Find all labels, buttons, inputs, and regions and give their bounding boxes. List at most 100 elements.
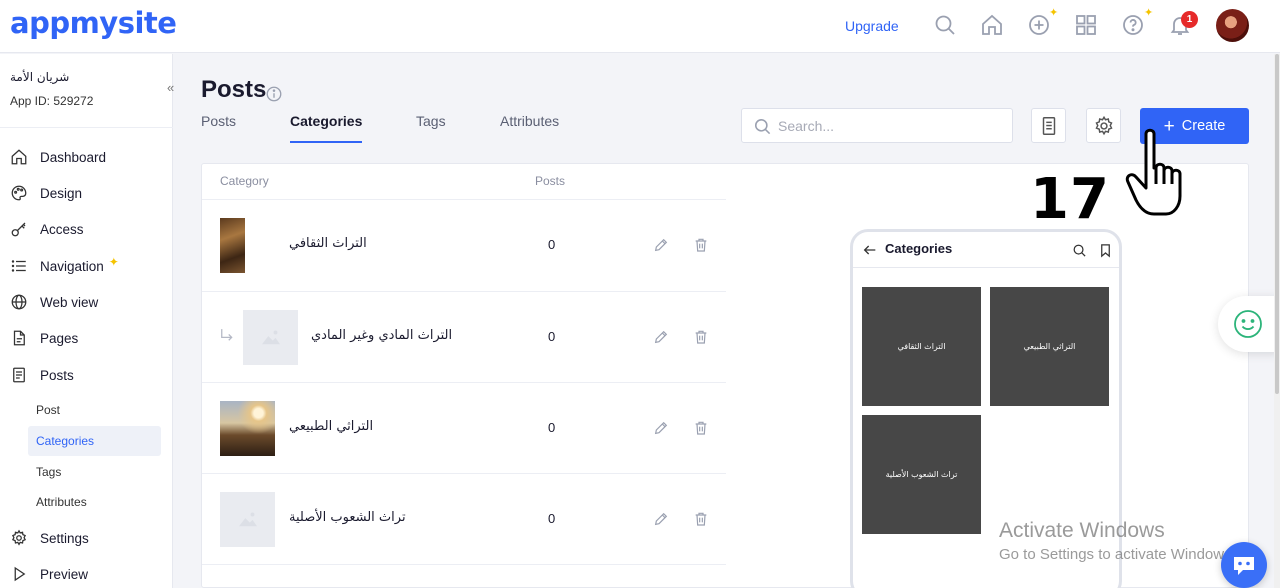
sidebar-item-settings[interactable]: Settings	[10, 526, 165, 550]
sidebar-subitem-post[interactable]: Post	[28, 395, 161, 425]
sidebar-item-label: Access	[40, 221, 84, 237]
top-bar: appmysite Upgrade ✦ ✦ 1	[0, 0, 1280, 53]
bulk-edit-button[interactable]	[1031, 108, 1066, 143]
sidebar-item-label: Preview	[40, 566, 89, 582]
table-row[interactable]: تراث الشعوب الأصلية 0	[202, 474, 726, 565]
tab-categories[interactable]: Categories	[290, 113, 363, 143]
sidebar-item-access[interactable]: Access	[10, 217, 165, 241]
tab-tags[interactable]: Tags	[416, 113, 446, 143]
palette-icon	[11, 185, 27, 201]
home-icon[interactable]	[980, 13, 1004, 37]
globe-icon	[11, 294, 27, 310]
bookmark-icon	[1101, 244, 1110, 258]
sparkle-icon: ✦	[108, 255, 119, 269]
sidebar-item-navigation[interactable]: Navigation ✦	[10, 254, 165, 278]
table-row[interactable]: التراث المادي وغير المادي 0	[202, 292, 726, 383]
delete-icon[interactable]	[693, 237, 709, 253]
search-input[interactable]	[778, 115, 998, 137]
windows-watermark-title: Activate Windows	[999, 519, 1165, 542]
avatar[interactable]	[1216, 9, 1249, 42]
sidebar-item-label: Design	[40, 185, 83, 201]
preview-category-tile: تراث الشعوب الأصلية	[862, 415, 981, 534]
search-box	[741, 108, 1013, 143]
sidebar-item-label: Web view	[40, 294, 99, 310]
column-header-posts: Posts	[535, 174, 566, 188]
column-header-category: Category	[220, 174, 269, 188]
table-row[interactable]: التراث الثقافي 0	[202, 200, 726, 291]
feedback-button[interactable]	[1218, 296, 1280, 352]
divider	[0, 127, 173, 128]
sidebar-item-label: Pages	[40, 330, 79, 346]
search-icon[interactable]	[933, 13, 957, 37]
chat-button[interactable]	[1221, 542, 1267, 588]
scrollbar-thumb[interactable]	[1275, 54, 1279, 394]
tab-posts[interactable]: Posts	[201, 113, 236, 143]
page-icon	[13, 330, 25, 346]
sidebar-item-design[interactable]: Design	[10, 181, 165, 205]
sparkle-icon: ✦	[1049, 7, 1059, 19]
placeholder-image	[220, 492, 275, 547]
apps-grid-icon[interactable]	[1074, 13, 1098, 37]
placeholder-image	[243, 310, 298, 365]
search-icon	[754, 118, 771, 135]
tab-attributes[interactable]: Attributes	[500, 113, 559, 143]
add-circle-icon[interactable]	[1027, 13, 1051, 37]
delete-icon[interactable]	[693, 511, 709, 527]
pointer-hand-icon	[1125, 128, 1182, 216]
chat-bot-icon	[1234, 557, 1254, 575]
category-name: تراث الشعوب الأصلية	[289, 510, 406, 525]
scrollbar[interactable]	[1274, 54, 1280, 588]
sidebar: شريان الأمة App ID: 529272 « Dashboard D…	[0, 54, 174, 588]
sidebar-item-label: Settings	[40, 530, 89, 546]
delete-icon[interactable]	[693, 329, 709, 345]
windows-watermark-subtitle: Go to Settings to activate Windows.	[999, 546, 1236, 563]
category-name: التراثي الطبيعي	[289, 419, 374, 434]
search-icon	[1073, 244, 1086, 257]
document-list-icon	[1042, 116, 1055, 135]
table-row[interactable]: التراثي الطبيعي 0	[202, 383, 726, 474]
sidebar-item-web-view[interactable]: Web view	[10, 290, 165, 314]
image-placeholder-icon	[239, 512, 257, 527]
category-name: التراث المادي وغير المادي	[311, 328, 453, 343]
sparkle-icon: ✦	[1144, 7, 1154, 19]
edit-icon[interactable]	[653, 329, 669, 345]
delete-icon[interactable]	[693, 420, 709, 436]
gear-icon	[1094, 115, 1113, 135]
sidebar-subitem-categories[interactable]: Categories	[28, 426, 161, 456]
edit-icon[interactable]	[653, 420, 669, 436]
help-icon[interactable]	[1121, 13, 1145, 37]
post-count: 0	[548, 511, 556, 526]
step-number: 17	[1030, 167, 1110, 232]
sidebar-item-pages[interactable]: Pages	[10, 326, 165, 350]
play-icon	[14, 566, 26, 582]
app-name: شريان الأمة	[10, 70, 70, 84]
home-icon	[11, 149, 27, 165]
info-icon[interactable]	[265, 85, 283, 103]
category-image	[220, 218, 245, 273]
upgrade-link[interactable]: Upgrade	[845, 18, 899, 34]
settings-button[interactable]	[1086, 108, 1121, 143]
divider	[202, 564, 726, 565]
phone-title: Categories	[885, 241, 953, 256]
category-name: التراث الثقافي	[289, 236, 367, 251]
sidebar-subitem-tags[interactable]: Tags	[28, 457, 161, 487]
back-arrow-icon	[863, 245, 876, 255]
sidebar-item-posts[interactable]: Posts	[10, 363, 165, 387]
edit-icon[interactable]	[653, 237, 669, 253]
sidebar-item-label: Navigation	[40, 258, 104, 274]
image-placeholder-icon	[262, 330, 280, 345]
edit-icon[interactable]	[653, 511, 669, 527]
preview-category-tile: التراث الثقافي	[862, 287, 981, 406]
sidebar-subitem-attributes[interactable]: Attributes	[28, 487, 161, 517]
list-icon	[11, 260, 26, 272]
post-count: 0	[548, 420, 556, 435]
subcategory-arrow-icon	[221, 329, 233, 341]
collapse-sidebar-icon[interactable]: «	[167, 80, 174, 95]
app-logo[interactable]: appmysite	[10, 6, 177, 40]
sidebar-item-label: Posts	[40, 367, 74, 383]
sidebar-item-preview[interactable]: Preview	[10, 562, 165, 586]
key-icon	[11, 222, 26, 237]
notification-badge: 1	[1181, 11, 1198, 28]
post-count: 0	[548, 329, 556, 344]
sidebar-item-dashboard[interactable]: Dashboard	[10, 145, 165, 169]
